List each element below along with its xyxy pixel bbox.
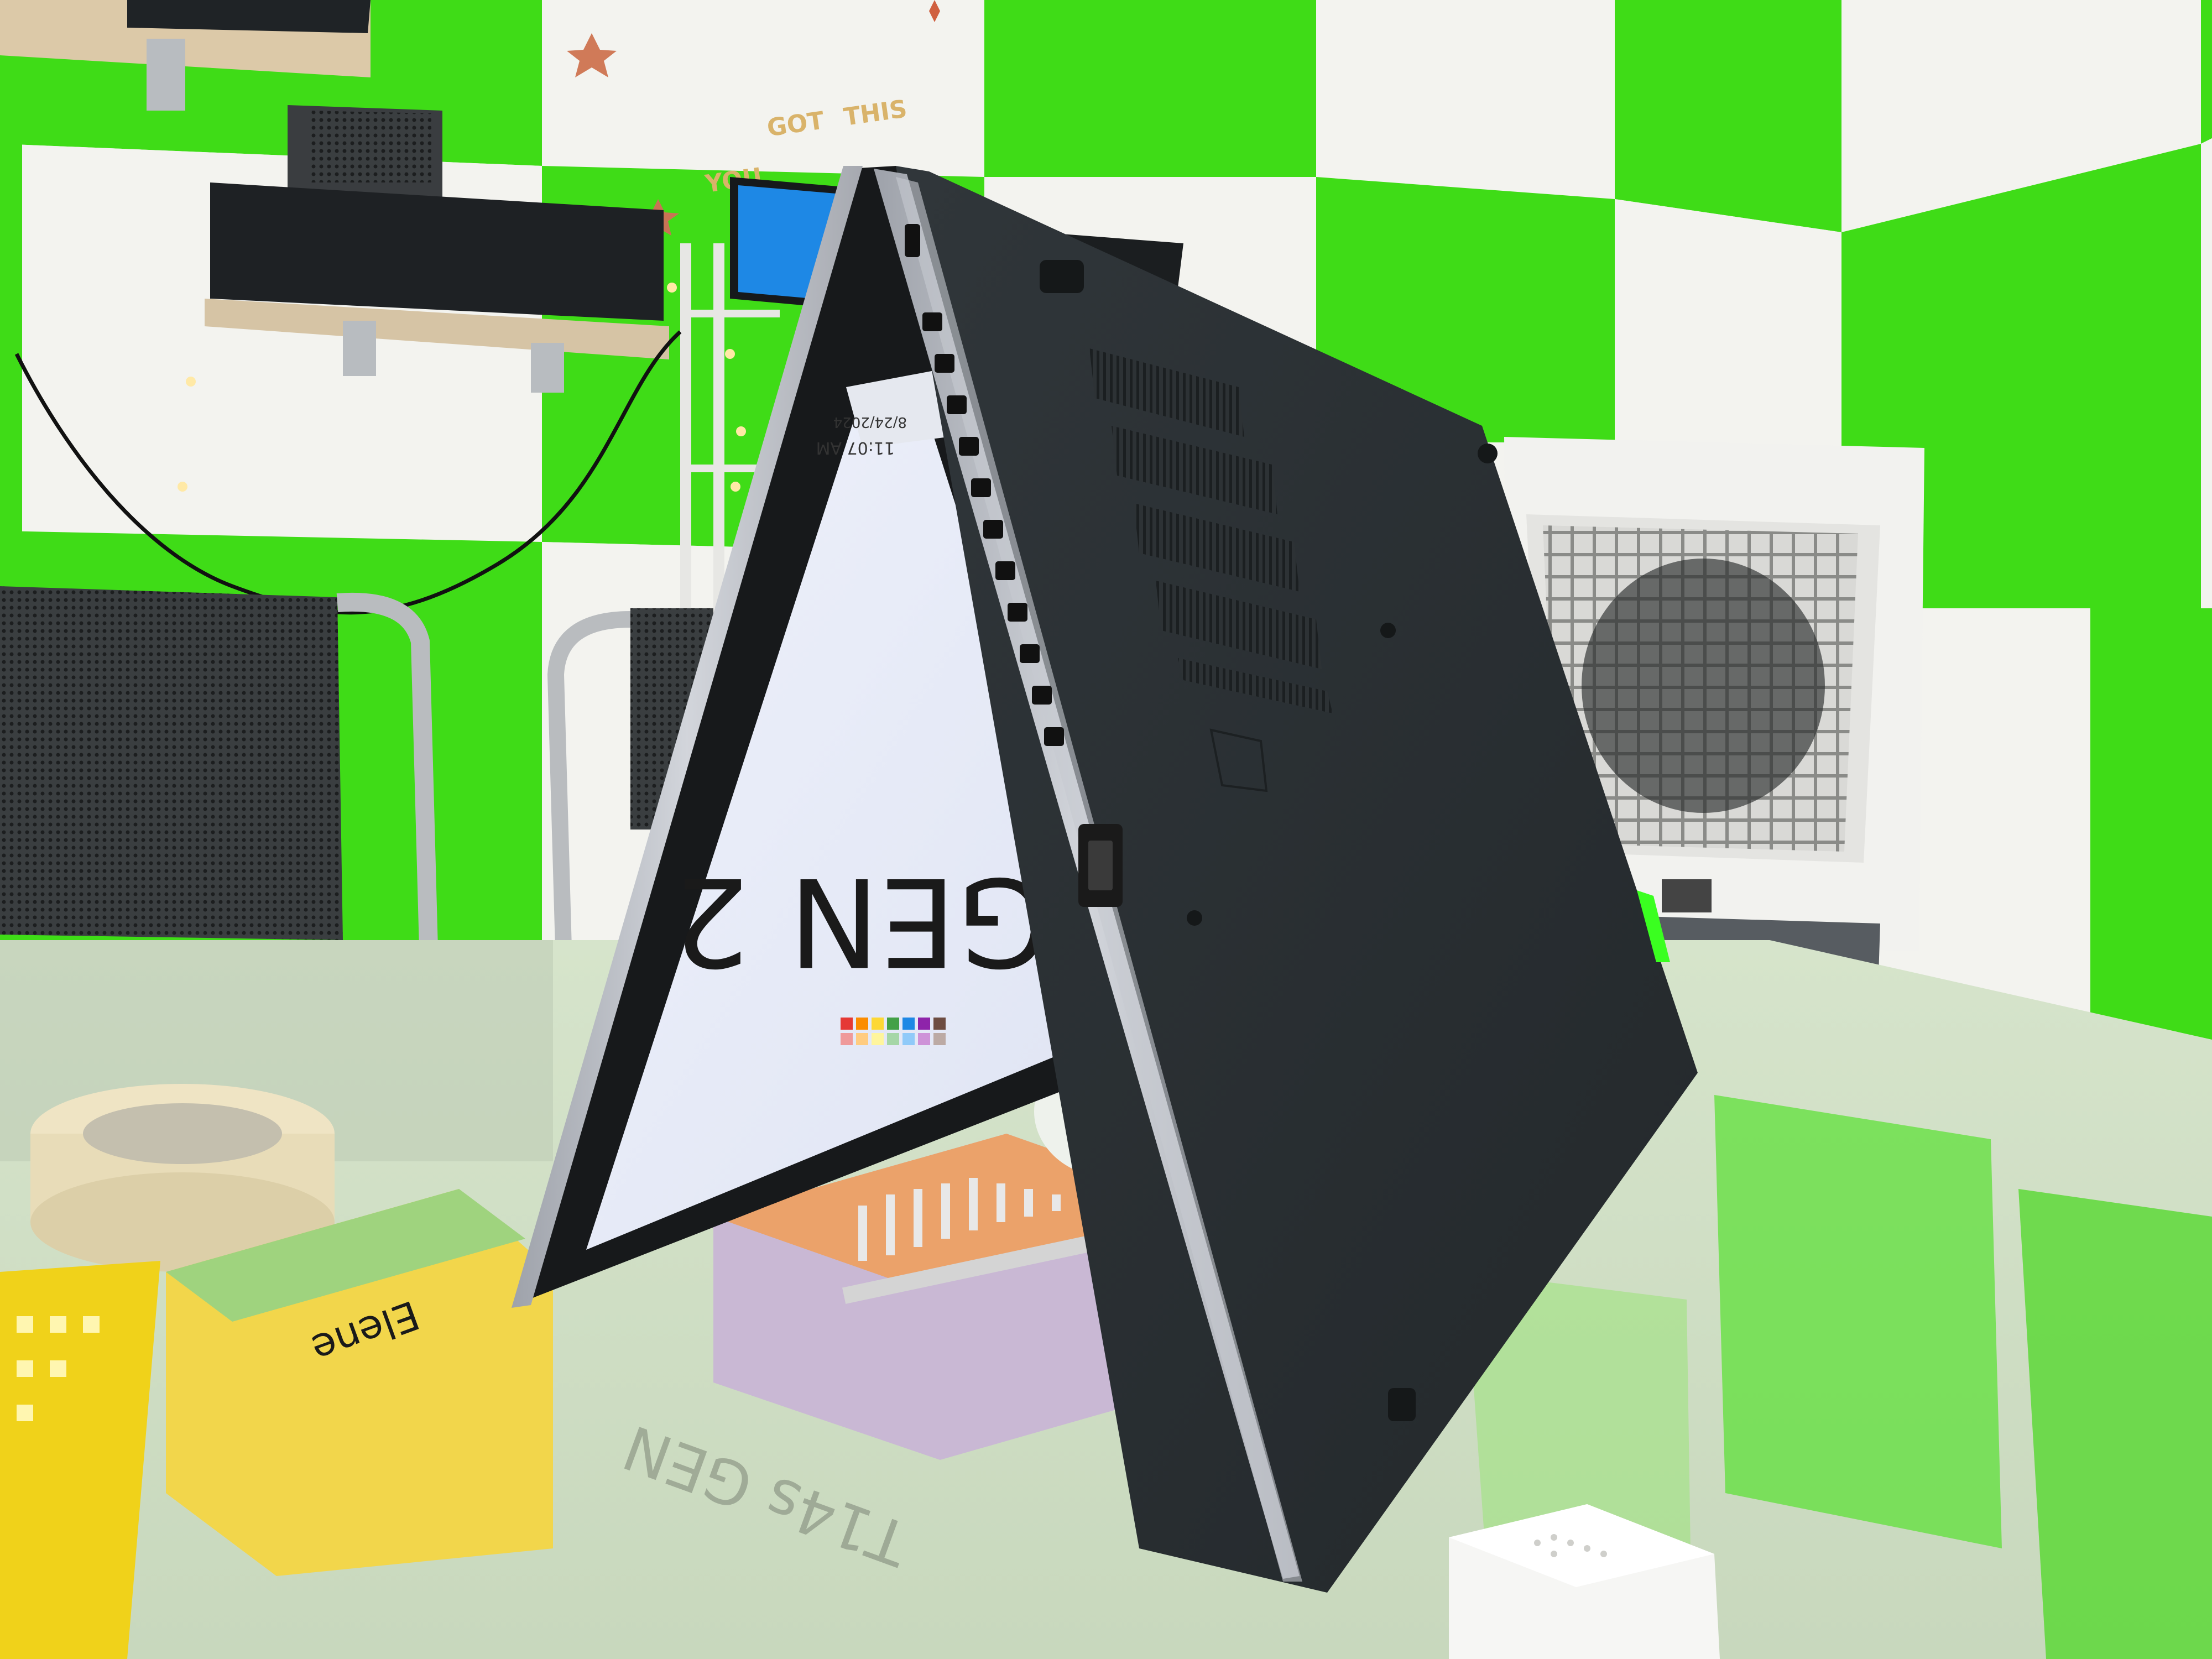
- photo-scene: YOU GOT THIS: [0, 0, 2212, 1659]
- taskbar-time: 11:07 AM: [816, 438, 895, 457]
- lock-slot-icon: [905, 224, 920, 257]
- usb-port-icon: [1078, 824, 1123, 907]
- screen-heading-text: GEN 2: [672, 851, 1051, 992]
- taskbar-date: 8/24/2024: [833, 414, 907, 430]
